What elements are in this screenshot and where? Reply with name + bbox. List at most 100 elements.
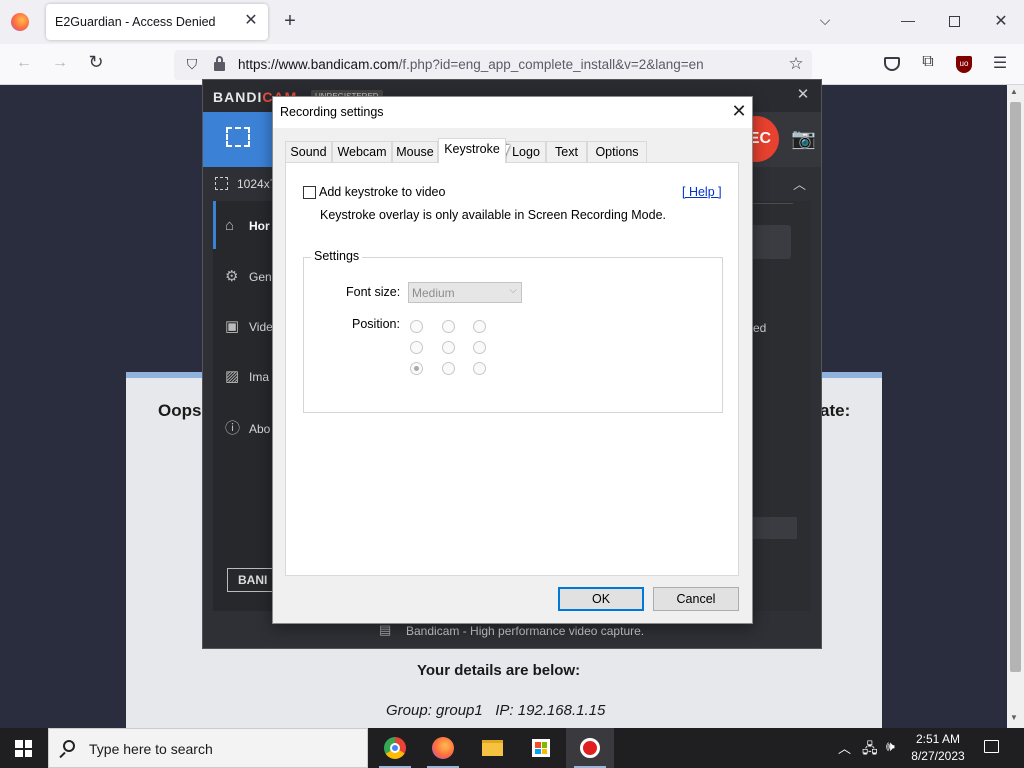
help-link[interactable]: [ Help ] (682, 185, 722, 199)
hamburger-menu-icon[interactable]: ☰ (990, 53, 1010, 73)
camera-icon[interactable]: 📷 (791, 126, 816, 151)
position-radio-middle-left[interactable] (410, 341, 423, 354)
info-icon: ⓘ (225, 420, 241, 437)
image-icon: ▨ (225, 368, 240, 385)
reload-icon[interactable]: ↻ (86, 52, 106, 74)
position-radio-middle-right[interactable] (473, 341, 486, 354)
url-text[interactable]: https://www.bandicam.com/f.php?id=eng_ap… (238, 57, 704, 72)
url-bar[interactable]: ⛉ https://www.bandicam.com/f.php?id=eng_… (174, 50, 812, 80)
network-icon[interactable]: 🖧 (862, 738, 878, 762)
blocked-heading-left: Oops (158, 401, 202, 420)
details-text: Group: group1 IP: 192.168.1.15 (386, 702, 606, 719)
tab-webcam[interactable]: Webcam (332, 141, 392, 163)
region-icon (215, 177, 228, 190)
chevron-down-icon: ⌵ (509, 285, 517, 296)
sidebar-item-image[interactable]: ▨ Ima (225, 367, 269, 385)
sidebar-active-indicator (213, 201, 216, 249)
extensions-icon[interactable]: ⧉ (918, 53, 938, 73)
sidebar-video-label: Vide (249, 320, 273, 334)
list-all-tabs-icon[interactable]: ⌵ (816, 12, 834, 30)
chat-icon: ▤ (379, 622, 392, 637)
record-icon (580, 738, 600, 758)
collapse-icon[interactable]: ︿ (793, 174, 806, 193)
scroll-up-arrow[interactable]: ▲ (1010, 87, 1018, 96)
folder-icon (482, 740, 503, 756)
position-radio-bottom-center[interactable] (442, 362, 455, 375)
dialog-title: Recording settings (280, 105, 384, 119)
taskbar-file-explorer-icon[interactable] (468, 728, 516, 768)
tab-text[interactable]: Text (546, 141, 587, 163)
restore-icon[interactable] (949, 16, 960, 27)
scrollbar-thumb[interactable] (1010, 102, 1021, 672)
tab-title: E2Guardian - Access Denied (55, 15, 216, 29)
rectangle-mode-button[interactable] (203, 112, 273, 167)
resolution-text[interactable]: 1024x7 (237, 177, 276, 191)
close-tab-icon[interactable]: ✕ (242, 12, 260, 30)
position-radio-top-right[interactable] (473, 320, 486, 333)
gear-icon: ⚙ (225, 268, 239, 285)
footer-text: Bandicam - High performance video captur… (406, 624, 645, 638)
font-size-select[interactable]: Medium ⌵ (408, 282, 522, 303)
font-size-label: Font size: (346, 285, 401, 299)
tab-mouse[interactable]: Mouse (392, 141, 438, 163)
add-keystroke-checkbox[interactable] (303, 186, 316, 199)
blocked-heading-right: ate: (820, 401, 851, 420)
partial-bar (753, 517, 797, 539)
clock-date[interactable]: 8/27/2023 (906, 749, 970, 763)
taskbar-bandicam-icon[interactable] (566, 728, 614, 768)
details-heading: Your details are below: (417, 662, 581, 679)
url-host: https://www.bandicam.com (238, 57, 399, 72)
sidebar-item-video[interactable]: ▣ Vide (225, 317, 273, 335)
position-radio-top-center[interactable] (442, 320, 455, 333)
pocket-icon[interactable] (884, 57, 900, 71)
sidebar-item-general[interactable]: ⚙ Gen (225, 267, 272, 285)
dialog-close-icon[interactable]: ✕ (727, 101, 751, 123)
close-window-icon[interactable]: ✕ (991, 11, 1011, 31)
ublock-origin-icon[interactable]: uo (956, 56, 972, 73)
logo-part1: BANDI (213, 89, 263, 105)
font-size-value: Medium (412, 286, 455, 300)
clock-time[interactable]: 2:51 AM (908, 732, 968, 746)
tracking-protection-icon[interactable]: ⛉ (184, 56, 200, 74)
position-radio-middle-center[interactable] (442, 341, 455, 354)
back-icon[interactable]: ← (14, 54, 34, 74)
cancel-button[interactable]: Cancel (653, 587, 739, 611)
sidebar-item-home[interactable]: ⌂ Hor (225, 217, 270, 234)
firefox-logo (432, 737, 454, 759)
taskbar-search-box[interactable]: Type here to search (48, 728, 368, 768)
taskbar-chrome-icon[interactable] (371, 728, 419, 768)
minimize-icon[interactable]: — (898, 12, 918, 30)
add-keystroke-label[interactable]: Add keystroke to video (319, 185, 445, 199)
home-icon: ⌂ (225, 217, 235, 234)
position-radio-top-left[interactable] (410, 320, 423, 333)
settings-groupbox (303, 257, 723, 413)
bookmark-star-icon[interactable]: ☆ (786, 54, 806, 74)
volume-icon[interactable]: 🕪 (886, 738, 895, 755)
notifications-icon[interactable] (984, 740, 999, 753)
tab-keystroke[interactable]: Keystroke (438, 138, 506, 163)
sidebar-item-about[interactable]: ⓘ Abo (225, 417, 270, 438)
position-label: Position: (352, 317, 400, 331)
tab-sound[interactable]: Sound (285, 141, 332, 163)
url-path: /f.php?id=eng_app_complete_install&v=2&l… (398, 57, 704, 72)
sidebar-general-label: Gen (249, 270, 272, 284)
new-tab-icon[interactable]: + (279, 10, 301, 32)
taskbar-firefox-icon[interactable] (419, 728, 467, 768)
bandicam-close-icon[interactable]: ✕ (793, 85, 813, 103)
scroll-down-arrow[interactable]: ▼ (1010, 713, 1018, 722)
sidebar-home-label: Hor (249, 219, 270, 233)
dialog-titlebar: Recording settings ✕ (273, 97, 752, 128)
windows-start-icon[interactable] (15, 740, 32, 757)
ok-button[interactable]: OK (558, 587, 644, 611)
firefox-menu-icon[interactable] (11, 13, 29, 31)
position-radio-bottom-right[interactable] (473, 362, 486, 375)
show-hidden-icons-chevron[interactable]: ︿ (838, 738, 851, 757)
browser-tab-active[interactable]: E2Guardian - Access Denied ✕ (46, 4, 268, 40)
position-radio-bottom-left[interactable] (410, 362, 423, 375)
taskbar-store-icon[interactable] (517, 728, 565, 768)
forward-icon[interactable]: → (50, 54, 70, 74)
tab-options[interactable]: Options (587, 141, 647, 163)
rectangle-select-icon (226, 127, 250, 147)
browser-tab-bar: E2Guardian - Access Denied ✕ + ⌵ — ✕ (0, 0, 1024, 44)
settings-group-label: Settings (311, 249, 363, 263)
